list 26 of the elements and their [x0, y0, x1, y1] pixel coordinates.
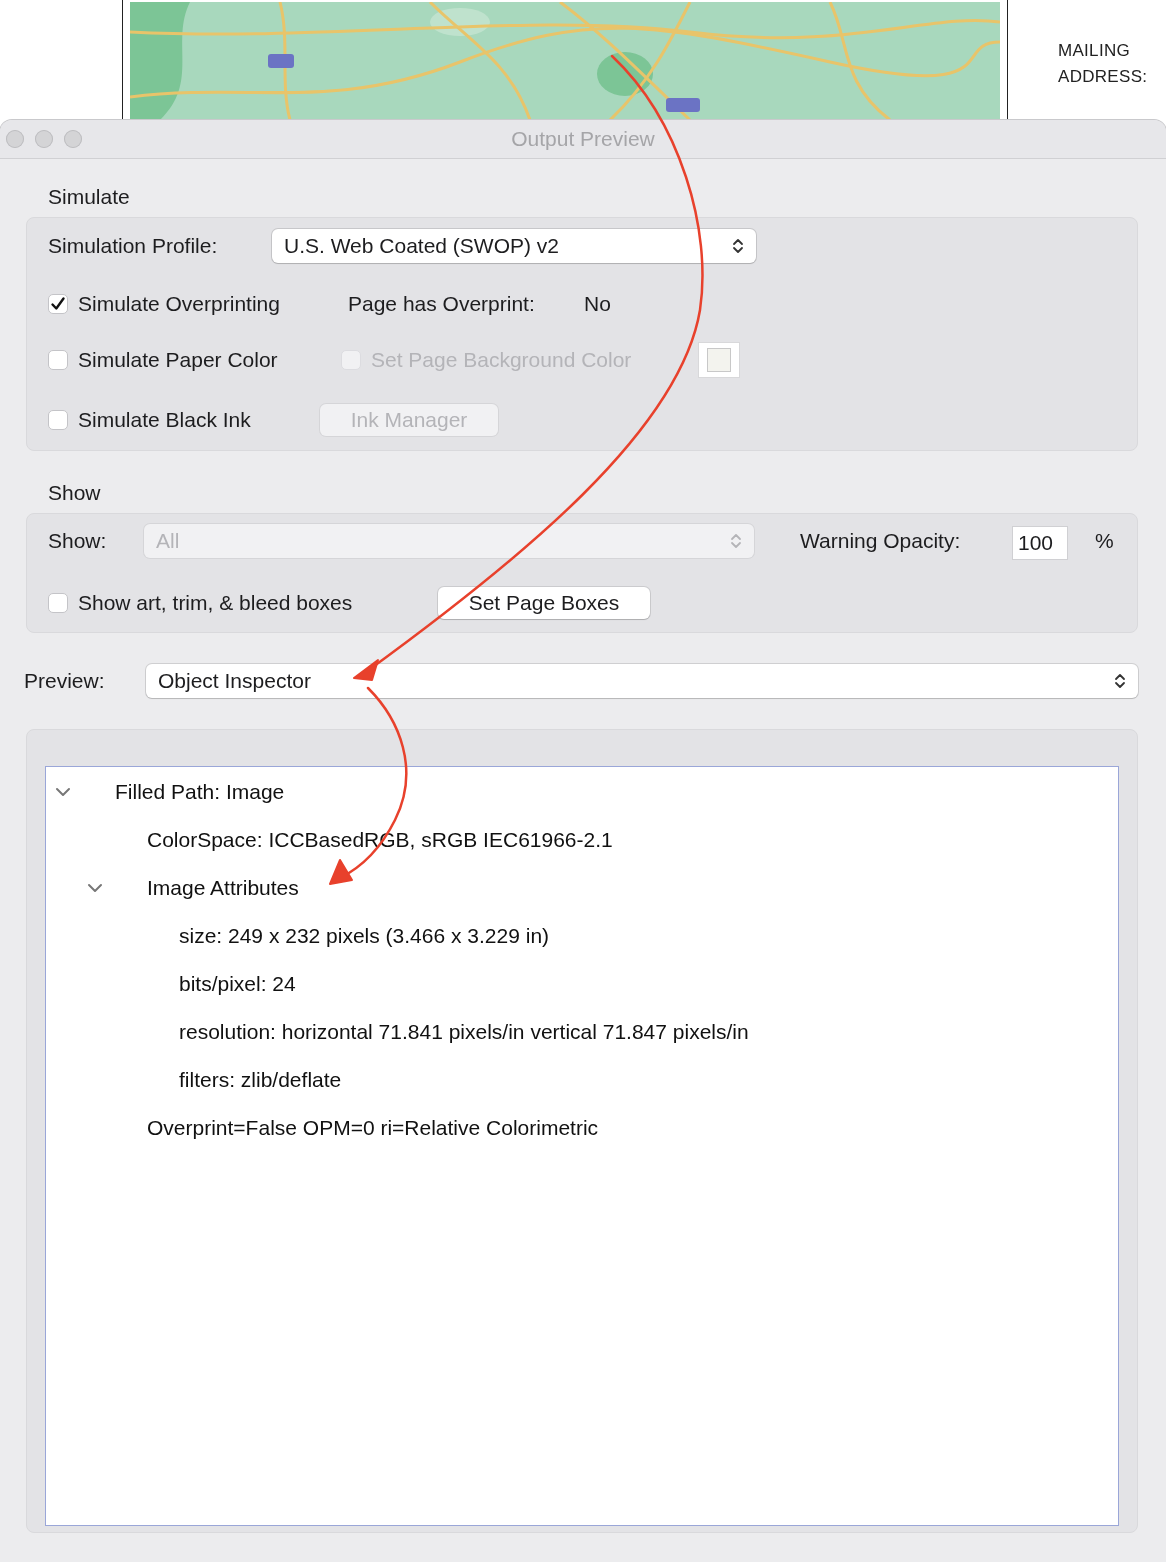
checkbox-label: Show art, trim, & bleed boxes	[78, 591, 353, 615]
field-label: Preview:	[24, 669, 106, 693]
tree-item[interactable]: Filled Path: Image	[115, 780, 285, 804]
section-heading: Simulate	[47, 185, 131, 209]
tree-item[interactable]: resolution: horizontal 71.841 pixels/in vertical 71.847 pixels/in	[179, 1020, 749, 1044]
tree-item[interactable]: Overprint=False OPM=0 ri=Relative Colorimetric	[147, 1116, 599, 1140]
tree-item[interactable]: size: 249 x 232 pixels (3.466 x 3.229 in)	[179, 924, 550, 948]
checkbox-label: Simulate Black Ink	[78, 408, 251, 432]
opacity-input[interactable]: 100	[1012, 526, 1068, 560]
checkbox-label: Simulate Paper Color	[78, 348, 278, 372]
section-heading: Show	[47, 481, 102, 505]
field-label: Page has Overprint:	[348, 292, 536, 316]
window-title: Output Preview	[511, 127, 655, 151]
dropdown[interactable]: Object Inspector	[146, 664, 1138, 698]
field-label: Warning Opacity:	[800, 529, 962, 553]
tree-item[interactable]: Image Attributes	[147, 876, 299, 900]
push-button[interactable]: Set Page Boxes	[438, 587, 650, 619]
unit-label: %	[1095, 529, 1114, 553]
field-value: No	[584, 292, 611, 316]
dropdown[interactable]: U.S. Web Coated (SWOP) v2	[272, 229, 756, 263]
field-label: Show:	[48, 529, 108, 553]
tree-item[interactable]: bits/pixel: 24	[179, 972, 296, 996]
checkbox-label: Simulate Overprinting	[78, 292, 280, 316]
address-label: MAILING ADDRESS:	[1058, 40, 1149, 88]
field-label: Simulation Profile:	[48, 234, 219, 258]
tree-item[interactable]: filters: zlib/deflate	[179, 1068, 342, 1092]
